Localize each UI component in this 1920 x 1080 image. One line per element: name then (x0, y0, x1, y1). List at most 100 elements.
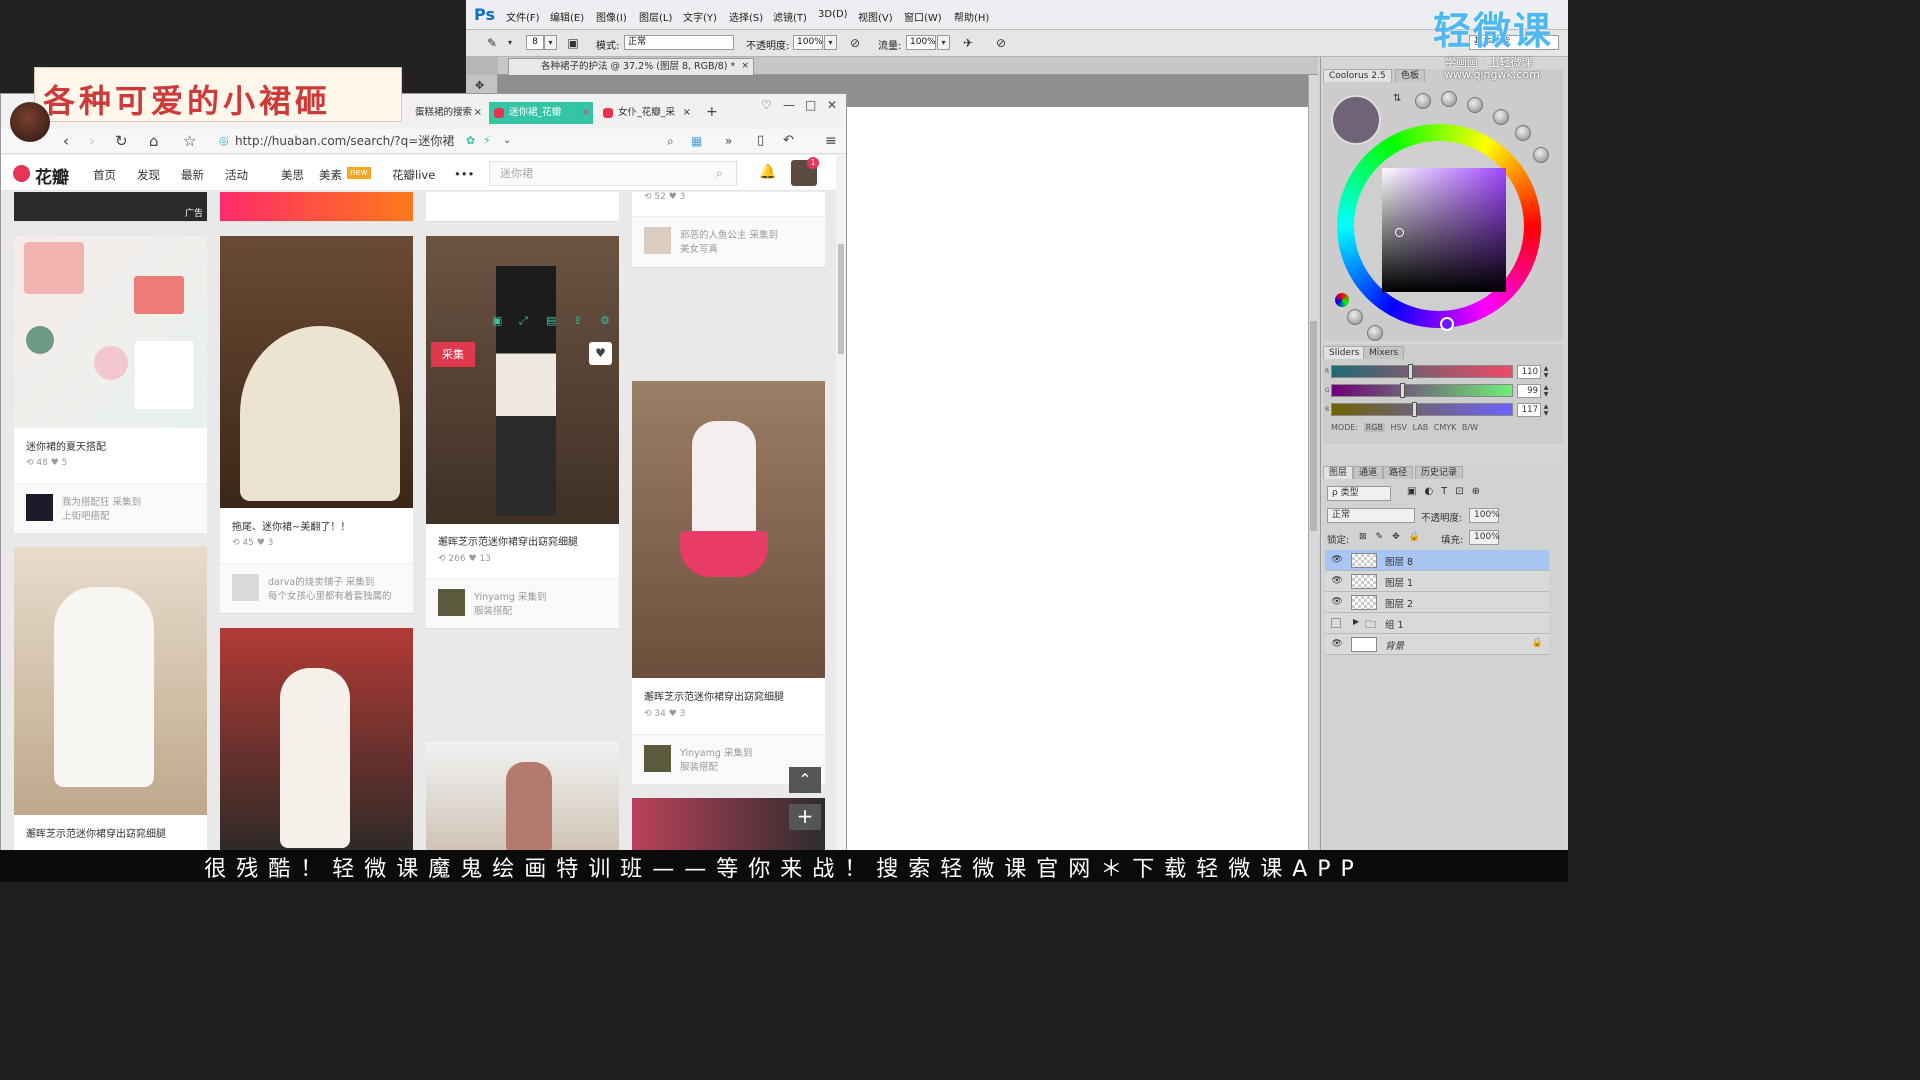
brush-panel-icon[interactable]: ▣ (565, 35, 581, 51)
blue-spinner[interactable]: ▲ ▼ (1542, 403, 1550, 417)
pin-title[interactable]: 迷你裙的夏天搭配 (26, 438, 106, 453)
tab-sliders[interactable]: Sliders (1323, 346, 1366, 359)
pin-title[interactable]: 邂晖芝示范迷你裙穿出窈窕细腿 (26, 825, 166, 840)
browser-tab[interactable]: 女仆_花瓣_采 × (598, 102, 694, 124)
tab-paths[interactable]: 路径 (1383, 466, 1414, 479)
skin-icon[interactable]: ♡ (761, 98, 772, 112)
pin-image[interactable] (14, 547, 207, 815)
brush-size-dropdown[interactable]: ▾ (544, 35, 557, 50)
tab-close-icon[interactable]: × (683, 102, 691, 124)
collect-button[interactable]: 采集 (431, 342, 475, 367)
flow-dropdown[interactable]: ▾ (937, 35, 950, 50)
close-window-icon[interactable]: ✕ (827, 98, 837, 112)
pin-card[interactable]: 邂晖芝示范迷你裙穿出窈窕细腿 ⟲ 34 ♥ 3 Yinyamg 采集到 服装搭配 (632, 381, 825, 784)
layer-filter-select[interactable]: ρ 类型 (1327, 486, 1391, 501)
brush-knob-4[interactable] (1493, 109, 1509, 125)
ad-card[interactable]: 广告 (14, 192, 207, 222)
tool-preset-dropdown-icon[interactable]: ▾ (502, 35, 518, 51)
share-icon[interactable]: ⇪ (573, 314, 582, 327)
green-slider[interactable] (1331, 383, 1513, 398)
mode-lab[interactable]: LAB (1413, 423, 1429, 432)
opacity-dropdown[interactable]: ▾ (824, 35, 837, 50)
mode-cmyk[interactable]: CMYK (1434, 423, 1457, 432)
blue-slider[interactable] (1331, 402, 1513, 417)
blend-mode-select[interactable]: 正常 (1327, 508, 1415, 523)
more-extensions-icon[interactable]: » (725, 132, 732, 150)
pin-title[interactable]: 邂晖芝示范迷你裙穿出窈窕细腿 (438, 533, 578, 548)
brush-knob-1[interactable] (1415, 93, 1431, 109)
brush-knob-6[interactable] (1533, 147, 1549, 163)
mode-rgb[interactable]: RGB (1363, 423, 1385, 432)
canvas-scrollbar[interactable] (1308, 75, 1318, 850)
pin-card-hovered[interactable]: 邂晖芝示范迷你裙穿出窈窕细腿 ⟲ 266 ♥ 13 Yinyamg 采集到 服装… (426, 236, 619, 629)
via-user[interactable]: 邪恶的人鱼公主 采集到 (680, 227, 778, 241)
green-spinner[interactable]: ▲ ▼ (1542, 384, 1550, 398)
layer-row[interactable]: 👁 图层 2 (1325, 592, 1549, 613)
red-spinner[interactable]: ▲ ▼ (1542, 365, 1550, 379)
canvas-scroll-thumb[interactable] (1310, 321, 1317, 531)
via-board[interactable]: 上街吧搭配 (62, 508, 202, 522)
pin-image[interactable] (426, 236, 619, 524)
menu-view[interactable]: 视图(V) (858, 9, 893, 24)
nav-discover[interactable]: 发现 (137, 167, 160, 183)
eye-icon[interactable]: 👁 (1331, 576, 1343, 586)
tab-close-icon[interactable]: × (474, 102, 482, 124)
menu-3d[interactable]: 3D(D) (818, 9, 848, 20)
tab-history[interactable]: 历史记录 (1415, 466, 1464, 479)
menu-filter[interactable]: 滤镜(T) (773, 9, 807, 24)
fill-field[interactable]: 100% (1469, 530, 1500, 545)
page-scrollbar[interactable] (836, 154, 846, 851)
lightning-icon[interactable]: ⚡ (483, 132, 491, 150)
pin-card[interactable] (220, 628, 413, 851)
play-knob[interactable] (1367, 325, 1383, 341)
pin-card[interactable]: ⟲ 52 ♥ 3 邪恶的人鱼公主 采集到 美女写真 (632, 192, 825, 268)
via-user[interactable]: Yinyamg 采集到 (680, 745, 752, 759)
pin-card[interactable]: 迷你裙的夏天搭配 ⟲ 48 ♥ 5 我为搭配狂 采集到 上街吧搭配 (14, 236, 207, 533)
document-canvas[interactable] (846, 107, 1308, 850)
swap-colors-icon[interactable]: ⇅ (1393, 93, 1401, 104)
address-bar[interactable]: ◎ http://huaban.com/search/?q=迷你裙 (217, 131, 521, 151)
brush-size-field[interactable]: 8 (526, 35, 544, 50)
reload-icon[interactable]: ↻ (115, 132, 128, 150)
huaban-search-input[interactable]: 迷你裙 (489, 161, 737, 186)
tab-coolorus[interactable]: Coolorus 2.5 (1323, 69, 1392, 82)
menu-window[interactable]: 窗口(W) (904, 9, 942, 24)
foreground-color-swatch[interactable] (1331, 95, 1381, 145)
red-slider[interactable] (1331, 364, 1513, 379)
pin-image[interactable] (220, 236, 413, 508)
undo-icon[interactable]: ↶ (783, 132, 794, 150)
tab-mixers[interactable]: Mixers (1363, 346, 1405, 359)
nav-latest[interactable]: 最新 (181, 167, 204, 183)
nav-huaban-live[interactable]: 花瓣live (392, 167, 435, 183)
pin-card[interactable] (426, 742, 619, 851)
move-tool-icon[interactable]: ✥ (475, 79, 484, 92)
nav-meisi[interactable]: 美思 (281, 167, 304, 183)
apps-grid-icon[interactable]: ▦ (691, 132, 702, 150)
pin-via[interactable]: 我为搭配狂 采集到 上街吧搭配 (14, 483, 207, 533)
pin-image[interactable] (220, 628, 413, 851)
url-dropdown-icon[interactable]: ⌄ (503, 132, 511, 150)
mode-hsv[interactable]: HSV (1390, 423, 1407, 432)
pin-image[interactable] (632, 381, 825, 678)
pin-card-partial[interactable] (426, 192, 619, 222)
menu-select[interactable]: 选择(S) (729, 9, 763, 24)
brush-knob-5[interactable] (1515, 125, 1531, 141)
menu-image[interactable]: 图像(I) (596, 9, 627, 24)
menu-file[interactable]: 文件(F) (506, 9, 540, 24)
via-board[interactable]: 服装搭配 (474, 603, 614, 617)
save-icon[interactable]: ▣ (492, 314, 502, 327)
collect-icon[interactable]: ▤ (546, 314, 556, 327)
user-avatar[interactable] (644, 227, 671, 254)
triangle-toggle-knob[interactable] (1347, 309, 1363, 325)
eye-hidden-icon[interactable] (1331, 618, 1341, 628)
refresh-green-icon[interactable]: ✿ (466, 132, 475, 150)
via-user[interactable]: Yinyamg 采集到 (474, 589, 546, 603)
minimize-icon[interactable]: — (783, 98, 795, 112)
maximize-icon[interactable]: □ (805, 98, 816, 112)
eye-icon[interactable]: 👁 (1331, 639, 1343, 649)
nav-activity[interactable]: 活动 (225, 167, 248, 183)
via-user[interactable]: darva的烧卖铺子 采集到 (268, 574, 374, 588)
user-avatar[interactable] (26, 494, 53, 521)
pin-card-partial[interactable] (220, 192, 413, 222)
browser-tab[interactable]: 蛋糕裙的搜索 × (395, 102, 485, 124)
